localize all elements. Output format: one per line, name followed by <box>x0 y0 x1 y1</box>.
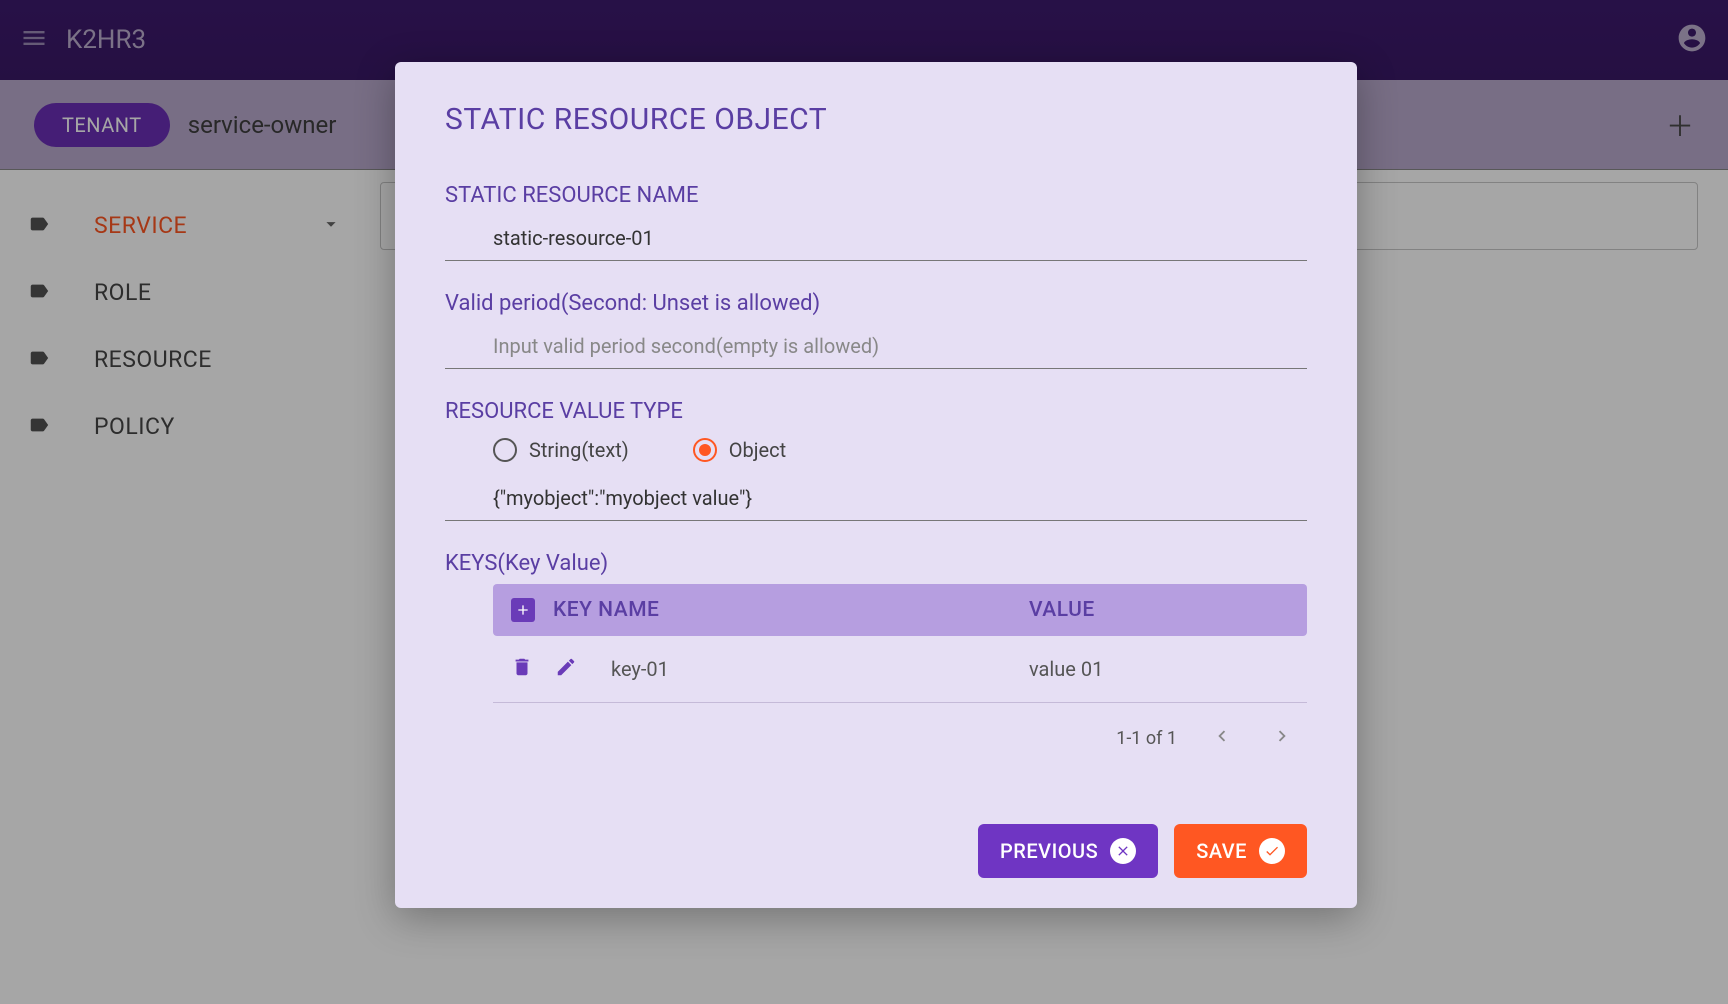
object-value-input[interactable] <box>445 476 1307 521</box>
cell-value: value 01 <box>1029 657 1289 681</box>
value-type-label: RESOURCE VALUE TYPE <box>445 399 1307 424</box>
modal-actions: PREVIOUS SAVE <box>445 824 1307 878</box>
save-button-label: SAVE <box>1196 839 1247 863</box>
add-key-button[interactable] <box>511 598 535 622</box>
radio-icon <box>693 438 717 462</box>
modal-title: STATIC RESOURCE OBJECT <box>445 102 1307 137</box>
page-next-icon[interactable] <box>1267 721 1297 756</box>
radio-icon <box>493 438 517 462</box>
radio-string-label: String(text) <box>529 438 629 462</box>
delete-icon[interactable] <box>511 656 533 682</box>
close-circle-icon <box>1110 838 1136 864</box>
period-input[interactable] <box>445 324 1307 369</box>
pagination: 1-1 of 1 <box>493 703 1307 774</box>
table-row: key-01 value 01 <box>493 636 1307 703</box>
keys-label: KEYS(Key Value) <box>445 551 1307 576</box>
static-resource-modal: STATIC RESOURCE OBJECT STATIC RESOURCE N… <box>395 62 1357 908</box>
col-value: VALUE <box>1029 598 1289 622</box>
edit-icon[interactable] <box>555 656 577 682</box>
radio-string[interactable]: String(text) <box>493 438 629 462</box>
value-type-field: RESOURCE VALUE TYPE String(text) Object <box>445 399 1307 521</box>
radio-object-label: Object <box>729 438 786 462</box>
name-input[interactable] <box>445 216 1307 261</box>
cell-key-name: key-01 <box>611 657 1029 681</box>
radio-object[interactable]: Object <box>693 438 786 462</box>
radio-row: String(text) Object <box>493 438 1307 462</box>
name-label: STATIC RESOURCE NAME <box>445 183 1307 208</box>
previous-button[interactable]: PREVIOUS <box>978 824 1158 878</box>
keys-section: KEYS(Key Value) KEY NAME VALUE key-01 va… <box>445 551 1307 774</box>
period-field: Valid period(Second: Unset is allowed) <box>445 291 1307 369</box>
name-field: STATIC RESOURCE NAME <box>445 183 1307 261</box>
pagination-text: 1-1 of 1 <box>1116 728 1177 749</box>
previous-button-label: PREVIOUS <box>1000 839 1098 863</box>
keys-table-header: KEY NAME VALUE <box>493 584 1307 636</box>
page-prev-icon[interactable] <box>1207 721 1237 756</box>
save-button[interactable]: SAVE <box>1174 824 1307 878</box>
period-label: Valid period(Second: Unset is allowed) <box>445 291 1307 316</box>
col-key-name: KEY NAME <box>553 598 1029 622</box>
check-circle-icon <box>1259 838 1285 864</box>
